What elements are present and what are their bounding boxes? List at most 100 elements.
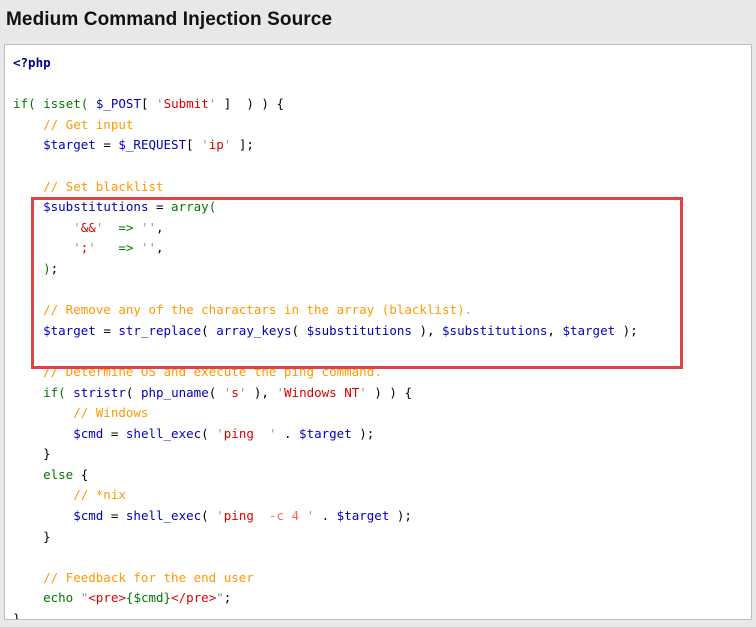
code-line: // Determine OS and execute the ping com…: [13, 364, 382, 379]
code-token-def: ,: [156, 220, 164, 235]
code-token-fn: str_replace: [118, 323, 201, 338]
code-token-def: =: [96, 323, 119, 338]
code-token-def: =: [103, 426, 126, 441]
code-token-kw: else: [43, 467, 73, 482]
code-line: ';' => '',: [13, 240, 164, 255]
code-line: );: [13, 261, 58, 276]
code-token-str: </pre>: [171, 590, 216, 605]
code-token-str: Windows NT: [284, 385, 359, 400]
code-token-kw: echo: [43, 590, 73, 605]
code-line: }: [13, 611, 21, 620]
code-token-var: $substitutions: [442, 323, 547, 338]
code-token-str2: -c 4: [261, 508, 306, 523]
code-token-kw: (: [81, 96, 96, 111]
code-token-def: [: [141, 96, 156, 111]
code-token-kw: =>: [118, 220, 141, 235]
code-token-def: (: [201, 508, 216, 523]
code-line: <?php: [13, 55, 51, 70]
code-token-kw: (: [209, 199, 217, 214]
code-token-quote: ': [73, 240, 81, 255]
code-token-def: [13, 220, 73, 235]
code-token-quote: ': [276, 385, 284, 400]
code-token-var: $_POST: [96, 96, 141, 111]
code-token-cmt: // Set blacklist: [13, 179, 164, 194]
code-token-cmt: // Windows: [13, 405, 148, 420]
code-token-def: }: [13, 611, 21, 620]
code-token-quote: ': [307, 508, 315, 523]
code-token-quote: ': [359, 385, 367, 400]
code-token-def: [13, 426, 73, 441]
code-token-def: (: [126, 385, 141, 400]
code-token-def: ;: [224, 590, 232, 605]
code-token-var: $target: [337, 508, 390, 523]
code-token-def: ) ) {: [367, 385, 412, 400]
code-token-str: <pre>: [88, 590, 126, 605]
code-token-quote: ': [216, 508, 224, 523]
code-token-var: $cmd: [73, 508, 103, 523]
source-code-inner: <?php if( isset( $_POST[ 'Submit' ] ) ) …: [5, 45, 751, 620]
code-token-def: ),: [412, 323, 442, 338]
code-token-def: );: [615, 323, 638, 338]
code-token-quote: '': [141, 220, 156, 235]
code-token-def: =: [148, 199, 171, 214]
code-token-def: [73, 590, 81, 605]
code-token-kw: =>: [118, 240, 141, 255]
code-token-quote: ': [88, 240, 96, 255]
code-token-def: {: [73, 467, 88, 482]
code-line: if( stristr( php_uname( 's' ), 'Windows …: [13, 385, 412, 400]
code-token-quote: ': [156, 96, 164, 111]
code-token-str: ip: [209, 137, 224, 152]
code-line: // Remove any of the charactars in the a…: [13, 302, 472, 317]
code-token-fn: php_uname: [141, 385, 209, 400]
code-token-def: [13, 590, 43, 605]
code-line: if( isset( $_POST[ 'Submit' ] ) ) {: [13, 96, 284, 111]
code-token-cmt: // Get input: [13, 117, 133, 132]
code-line: '&&' => '',: [13, 220, 164, 235]
code-token-def: [13, 137, 43, 152]
code-line: }: [13, 529, 51, 544]
code-token-var: $target: [43, 323, 96, 338]
code-token-var: $cmd: [73, 426, 103, 441]
code-token-fn: shell_exec: [126, 508, 201, 523]
code-token-fn: stristr: [73, 385, 126, 400]
code-token-cmt: // *nix: [13, 487, 126, 502]
code-line: $target = str_replace( array_keys( $subs…: [13, 323, 638, 338]
code-token-str: ping: [224, 508, 262, 523]
code-token-str: Submit: [164, 96, 209, 111]
code-line: // *nix: [13, 487, 126, 502]
code-line: }: [13, 446, 51, 461]
source-code-panel: <?php if( isset( $_POST[ 'Submit' ] ) ) …: [4, 44, 752, 620]
code-token-str: s: [231, 385, 239, 400]
code-line: // Get input: [13, 117, 133, 132]
code-token-def: ] ) ) {: [216, 96, 284, 111]
code-token-kw: isset: [43, 96, 81, 111]
code-token-kw: ): [13, 261, 51, 276]
page-title: Medium Command Injection Source: [0, 0, 756, 32]
code-line: // Feedback for the end user: [13, 570, 254, 585]
code-token-kw: if: [43, 385, 58, 400]
code-line: echo "<pre>{$cmd}</pre>";: [13, 590, 231, 605]
code-token-str: &&: [81, 220, 96, 235]
code-token-quote: '': [141, 240, 156, 255]
code-token-def: [13, 385, 43, 400]
code-token-def: ),: [246, 385, 276, 400]
code-token-var: $target: [299, 426, 352, 441]
code-token-def: =: [103, 508, 126, 523]
code-token-fn: shell_exec: [126, 426, 201, 441]
code-token-def: (: [209, 385, 224, 400]
code-token-quote: ': [201, 137, 209, 152]
code-token-cmt: // Remove any of the charactars in the a…: [13, 302, 472, 317]
code-token-def: [: [186, 137, 201, 152]
code-token-kw: array: [171, 199, 209, 214]
code-token-def: .: [276, 426, 299, 441]
code-token-var: $_REQUEST: [118, 137, 186, 152]
code-line: // Windows: [13, 405, 148, 420]
code-token-def: [103, 220, 118, 235]
code-token-str2: [261, 426, 269, 441]
code-line: $cmd = shell_exec( 'ping ' . $target );: [13, 426, 374, 441]
code-token-cmt: // Feedback for the end user: [13, 570, 254, 585]
code-token-strgreen: {$cmd}: [126, 590, 171, 605]
code-token-def: ,: [547, 323, 562, 338]
code-token-def: ];: [231, 137, 254, 152]
code-token-cmt: // Determine OS and execute the ping com…: [13, 364, 382, 379]
